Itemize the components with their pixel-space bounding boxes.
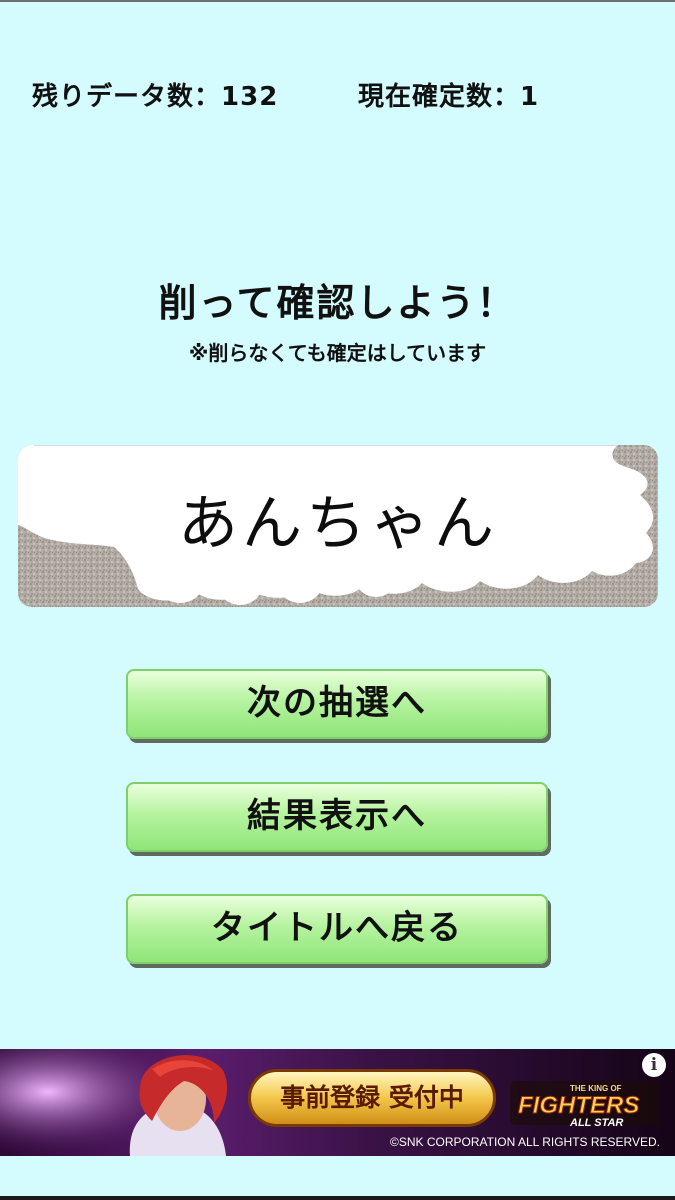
ad-logo-main: FIGHTERS bbox=[518, 1092, 639, 1119]
scratch-card[interactable]: あんちゃん bbox=[18, 445, 658, 607]
confirmed-value: 1 bbox=[520, 82, 540, 112]
ad-logo-sub: ALL STAR bbox=[569, 1117, 623, 1129]
ad-copyright: ©SNK CORPORATION ALL RIGHTS RESERVED. bbox=[390, 1135, 661, 1149]
scratch-note: ※削らなくても確定はしています bbox=[188, 341, 487, 365]
confirmed-label: 現在確定数： bbox=[358, 82, 521, 112]
ad-preregister-button[interactable]: 事前登録 受付中 bbox=[248, 1069, 496, 1127]
remaining-label: 残りデータ数： bbox=[32, 82, 222, 112]
ad-character-image bbox=[0, 1049, 240, 1156]
next-draw-button[interactable]: 次の抽選へ bbox=[126, 669, 548, 739]
back-to-title-button[interactable]: タイトルへ戻る bbox=[126, 894, 548, 964]
top-border bbox=[0, 0, 675, 2]
ad-banner[interactable]: 事前登録 受付中 THE KING OF FIGHTERS ALL STAR i… bbox=[0, 1049, 675, 1156]
bottom-border bbox=[0, 1196, 675, 1200]
ad-info-icon[interactable]: i bbox=[642, 1053, 666, 1077]
remaining-count: 残りデータ数：132 bbox=[32, 76, 278, 113]
scratch-result-text: あんちゃん bbox=[178, 489, 498, 559]
confirmed-count: 現在確定数：1 bbox=[358, 76, 539, 113]
remaining-value: 132 bbox=[221, 82, 279, 112]
show-results-button[interactable]: 結果表示へ bbox=[126, 782, 548, 852]
scratch-heading: 削って確認しよう！ bbox=[158, 281, 517, 325]
ad-game-logo: THE KING OF FIGHTERS ALL STAR bbox=[510, 1081, 660, 1129]
